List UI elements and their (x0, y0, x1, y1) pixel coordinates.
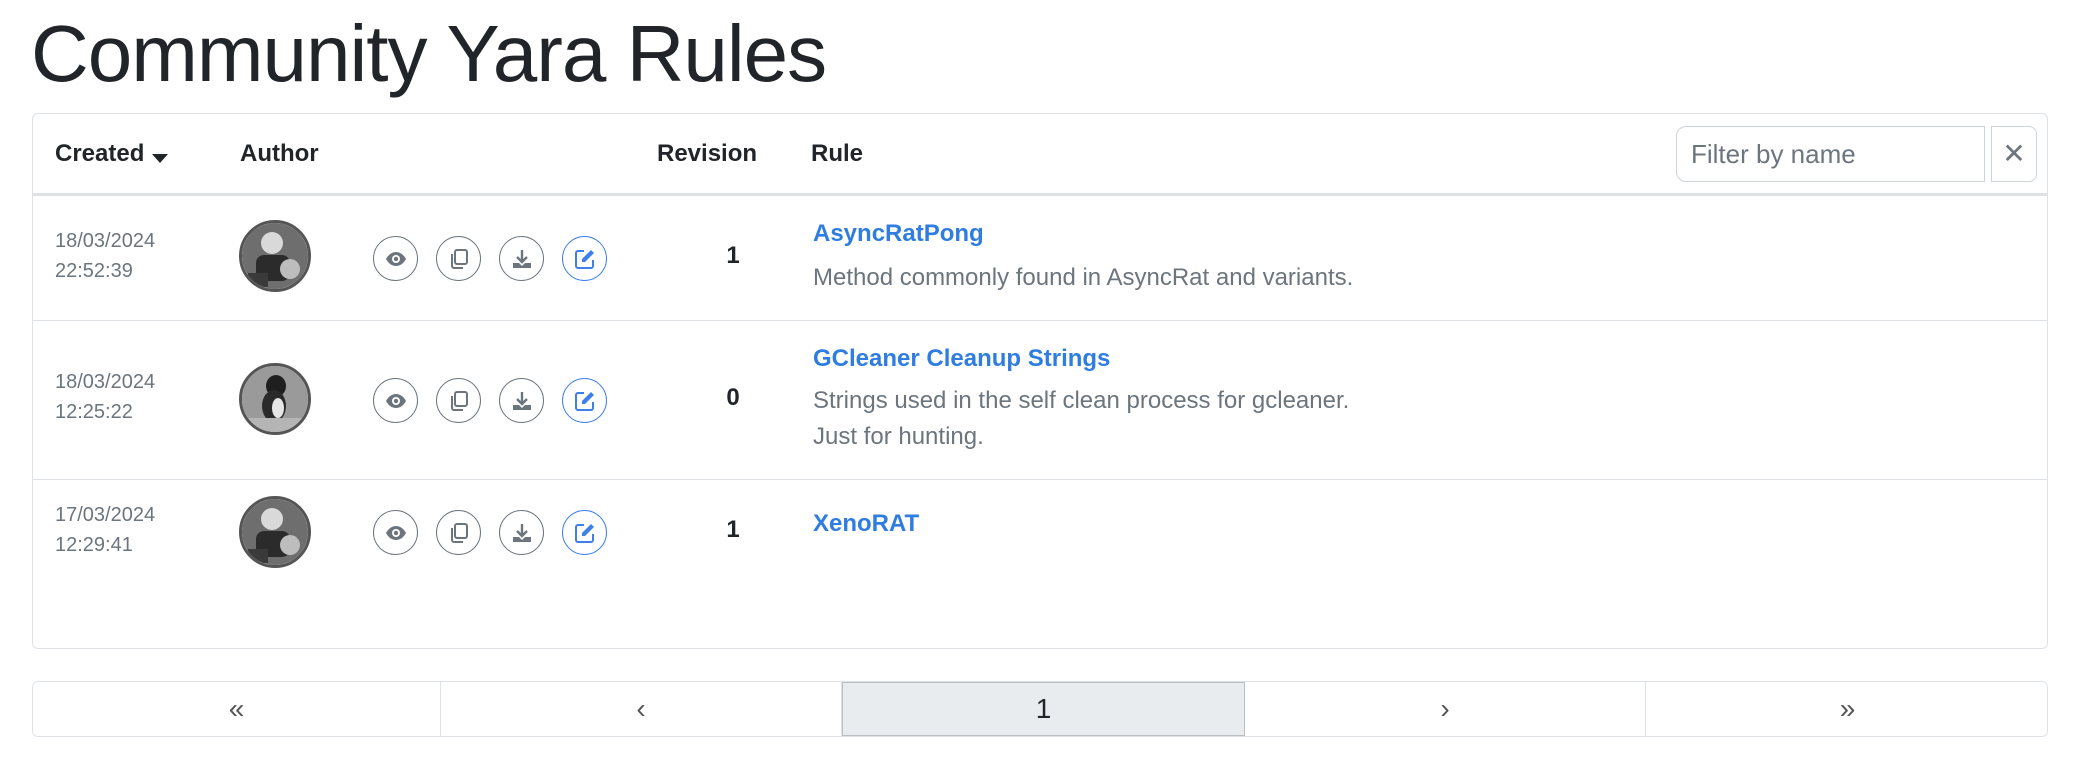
edit-button[interactable] (562, 510, 607, 555)
download-icon (512, 523, 531, 542)
revision-value: 1 (726, 516, 740, 543)
created-date: 18/03/2024 (55, 371, 156, 393)
row-actions (373, 378, 607, 423)
created-date: 18/03/2024 (55, 230, 156, 252)
download-icon (512, 249, 531, 268)
revision-value: 0 (726, 384, 740, 411)
created-date: 17/03/2024 (55, 504, 156, 526)
table-row: 18/03/2024 12:25:22 0 GCleaner Cleanup S… (33, 321, 2047, 480)
column-created[interactable]: Created (55, 114, 169, 194)
download-button[interactable] (499, 236, 544, 281)
rules-table: Created Author Revision Rule ✕ 18/03/202… (32, 113, 2048, 649)
download-button[interactable] (499, 378, 544, 423)
eye-icon (385, 525, 406, 540)
created-time: 12:25:22 (55, 401, 133, 423)
rule-description: Strings used in the self clean process f… (813, 383, 1349, 455)
rule-name-link[interactable]: AsyncRatPong (813, 220, 984, 248)
column-rule: Rule (811, 140, 864, 167)
rule-description: Method commonly found in AsyncRat and va… (813, 260, 1353, 296)
row-actions (373, 236, 607, 281)
created-time: 12:29:41 (55, 534, 133, 556)
page-1-button[interactable]: 1 (842, 682, 1245, 736)
edit-button[interactable] (562, 236, 607, 281)
copy-icon (450, 248, 468, 269)
download-icon (512, 391, 531, 410)
rule-description-line: Method commonly found in AsyncRat and va… (813, 264, 1354, 291)
last-page-button[interactable]: » (1646, 682, 2047, 736)
eye-icon (385, 251, 406, 266)
column-author: Author (240, 140, 319, 167)
column-revision: Revision (657, 140, 758, 167)
edit-icon (574, 523, 594, 543)
table-header: Created Author Revision Rule ✕ (33, 114, 2047, 196)
copy-button[interactable] (436, 236, 481, 281)
revision-value: 1 (726, 242, 740, 269)
sort-desc-icon (152, 154, 169, 163)
created-datetime: 18/03/2024 22:52:39 (55, 226, 155, 286)
first-page-button[interactable]: « (33, 682, 441, 736)
table-row: 17/03/2024 12:29:41 1 XenoRAT (33, 480, 2047, 600)
created-datetime: 18/03/2024 12:25:22 (55, 367, 155, 427)
table-row: 18/03/2024 22:52:39 1 AsyncRatPong Metho… (33, 196, 2047, 321)
next-page-button[interactable]: › (1245, 682, 1646, 736)
filter-by-name-input[interactable] (1676, 126, 1985, 182)
rule-name-link[interactable]: XenoRAT (813, 510, 919, 538)
clear-filter-button[interactable]: ✕ (1991, 126, 2037, 182)
copy-button[interactable] (436, 378, 481, 423)
author-avatar[interactable] (239, 363, 311, 435)
copy-icon (450, 390, 468, 411)
author-avatar[interactable] (239, 496, 311, 568)
download-button[interactable] (499, 510, 544, 555)
page-title: Community Yara Rules (31, 9, 827, 98)
copy-button[interactable] (436, 510, 481, 555)
view-button[interactable] (373, 378, 418, 423)
edit-button[interactable] (562, 378, 607, 423)
author-avatar[interactable] (239, 220, 311, 292)
created-time: 22:52:39 (55, 260, 133, 282)
pagination: « ‹ 1 › » (32, 681, 2048, 737)
row-actions (373, 510, 607, 555)
column-created-label: Created (55, 140, 145, 167)
created-datetime: 17/03/2024 12:29:41 (55, 500, 155, 560)
rule-description-line: Strings used in the self clean process f… (813, 387, 1350, 414)
previous-page-button[interactable]: ‹ (441, 682, 842, 736)
rule-name-link[interactable]: GCleaner Cleanup Strings (813, 345, 1110, 373)
rule-description-line: Just for hunting. (813, 423, 984, 450)
copy-icon (450, 522, 468, 543)
eye-icon (385, 393, 406, 408)
view-button[interactable] (373, 510, 418, 555)
view-button[interactable] (373, 236, 418, 281)
edit-icon (574, 249, 594, 269)
edit-icon (574, 391, 594, 411)
